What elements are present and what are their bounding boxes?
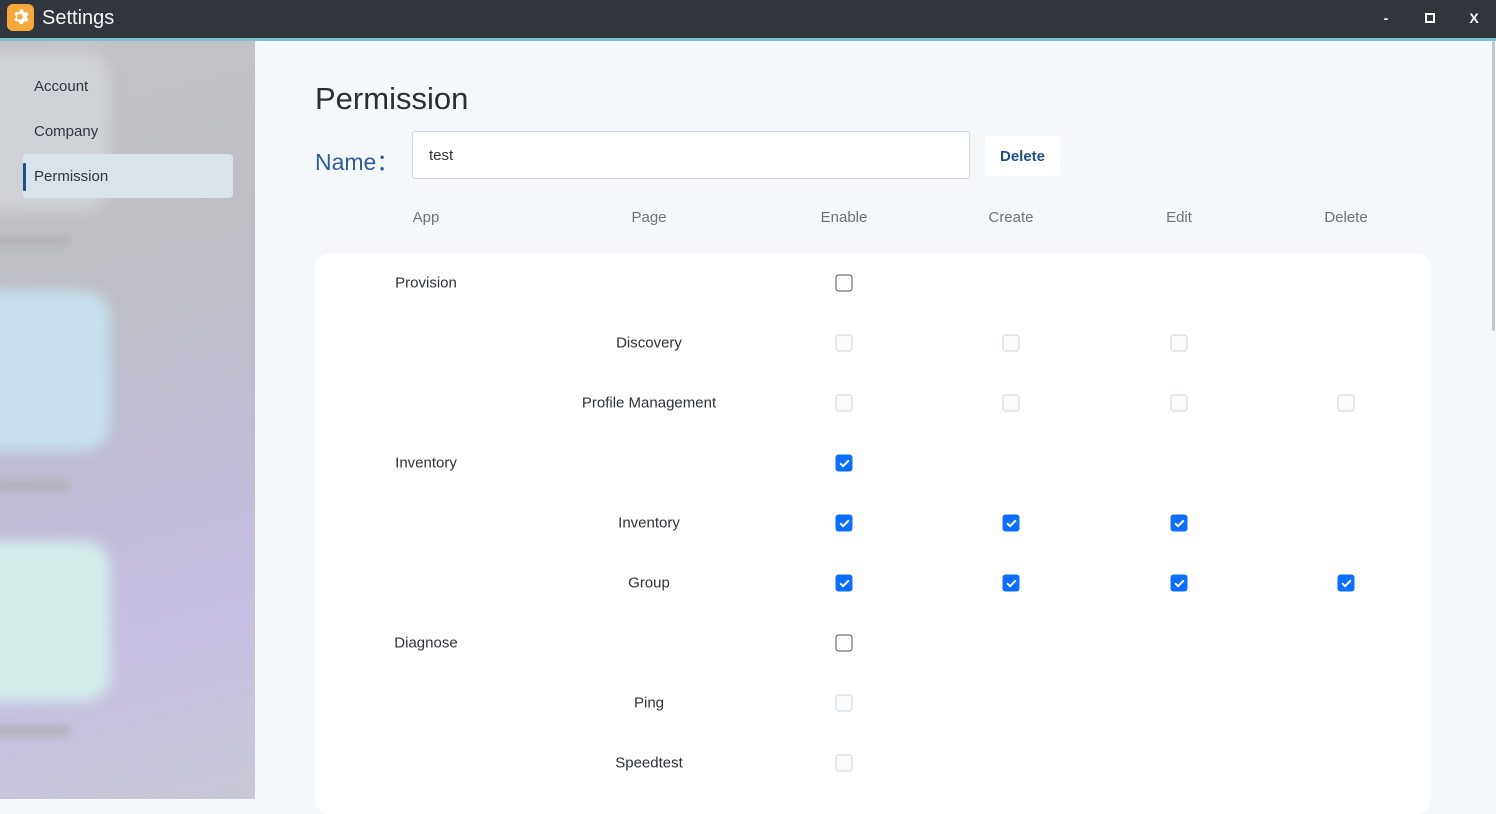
name-input[interactable] <box>412 131 970 179</box>
scrollbar-thumb[interactable] <box>1492 41 1495 331</box>
enable-checkbox <box>835 334 853 352</box>
edit-checkbox <box>1170 394 1188 412</box>
maximize-icon <box>1425 13 1435 23</box>
main-content: Permission Name： Delete App Page Enable … <box>255 41 1491 814</box>
window-title: Settings <box>42 7 115 29</box>
blurred-background-label <box>0 726 70 736</box>
blurred-background-tile <box>0 291 110 451</box>
page-name: Ping <box>633 694 665 712</box>
app-name: Diagnose <box>394 634 458 652</box>
page-name: Speedtest <box>615 754 683 772</box>
sidebar-item-label: Permission <box>34 167 109 185</box>
page-name: Group <box>628 574 670 592</box>
enable-checkbox[interactable] <box>835 634 853 652</box>
create-checkbox[interactable] <box>1002 574 1020 592</box>
enable-checkbox[interactable] <box>835 454 853 472</box>
enable-checkbox[interactable] <box>835 574 853 592</box>
check-icon <box>1340 577 1352 589</box>
edit-checkbox[interactable] <box>1170 574 1188 592</box>
name-label: Name： <box>315 149 400 175</box>
maximize-button[interactable] <box>1418 6 1442 30</box>
check-icon <box>1173 577 1185 589</box>
sidebar: Account Company Permission <box>0 41 255 799</box>
create-checkbox <box>1002 394 1020 412</box>
check-icon <box>838 577 850 589</box>
delete-checkbox <box>1337 394 1355 412</box>
sidebar-item-label: Company <box>34 122 99 140</box>
delete-checkbox[interactable] <box>1337 574 1355 592</box>
sidebar-item-permission[interactable]: Permission <box>23 154 233 198</box>
minimize-button[interactable]: - <box>1374 6 1398 30</box>
column-header-delete: Delete <box>1324 209 1368 226</box>
page-title: Permission <box>315 81 469 116</box>
permission-table: Provision Discovery Profile Management Inve… <box>315 254 1431 814</box>
page-name: Inventory <box>618 514 680 532</box>
column-header-enable: Enable <box>820 209 868 226</box>
enable-checkbox <box>835 694 853 712</box>
sidebar-item-label: Account <box>34 77 89 95</box>
sidebar-item-account[interactable]: Account <box>23 64 233 108</box>
enable-checkbox <box>835 394 853 412</box>
enable-checkbox[interactable] <box>835 514 853 532</box>
check-icon <box>838 457 850 469</box>
create-checkbox[interactable] <box>1002 514 1020 532</box>
gear-icon <box>7 4 34 31</box>
app-name: Provision <box>395 274 457 292</box>
enable-checkbox <box>835 754 853 772</box>
blurred-background-tile <box>0 541 110 701</box>
column-header-create: Create <box>988 209 1034 226</box>
create-checkbox <box>1002 334 1020 352</box>
delete-button[interactable]: Delete <box>985 136 1060 176</box>
check-icon <box>1005 577 1017 589</box>
blurred-background-label <box>0 481 70 491</box>
close-button[interactable]: X <box>1462 6 1486 30</box>
app-name: Inventory <box>395 454 457 472</box>
check-icon <box>1005 517 1017 529</box>
blurred-background-label <box>0 236 70 246</box>
check-icon <box>1173 517 1185 529</box>
column-header-edit: Edit <box>1166 209 1192 226</box>
edit-checkbox <box>1170 334 1188 352</box>
page-name: Profile Management <box>581 394 717 412</box>
edit-checkbox[interactable] <box>1170 514 1188 532</box>
active-indicator <box>23 163 26 191</box>
column-header-app: App <box>412 209 440 226</box>
page-name: Discovery <box>616 334 682 352</box>
column-header-page: Page <box>631 209 667 226</box>
sidebar-item-company[interactable]: Company <box>23 109 233 153</box>
scrollbar[interactable] <box>1491 41 1496 799</box>
enable-checkbox[interactable] <box>835 274 853 292</box>
check-icon <box>838 517 850 529</box>
title-bar: Settings - X <box>0 0 1496 38</box>
